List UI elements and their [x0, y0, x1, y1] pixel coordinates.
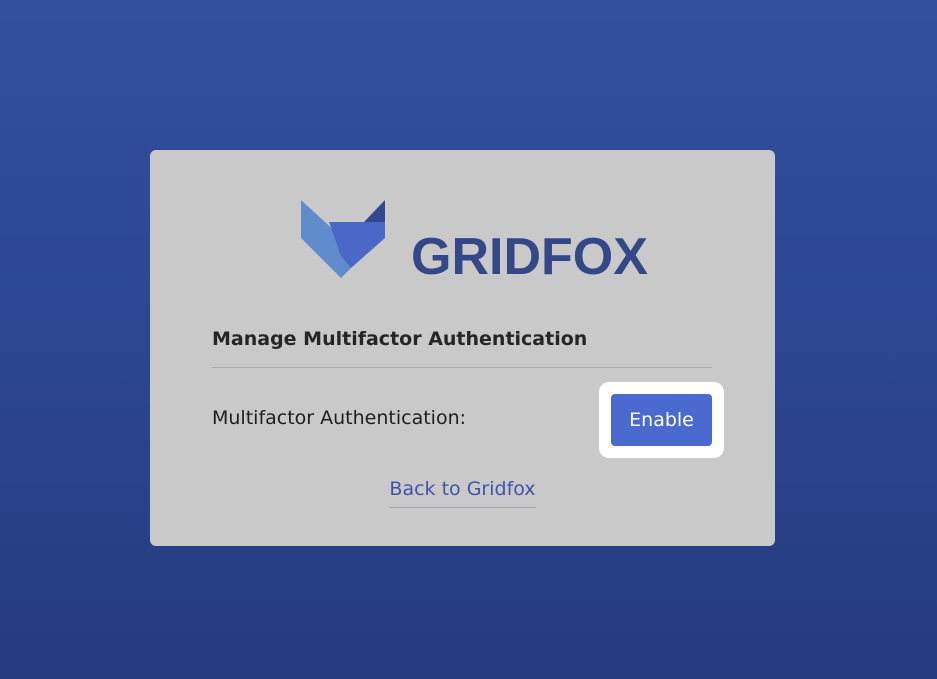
gridfox-logo: GRIDFOX: [299, 198, 648, 283]
enable-button[interactable]: Enable: [611, 394, 712, 446]
back-to-gridfox-link[interactable]: Back to Gridfox: [389, 478, 536, 508]
divider: [212, 367, 712, 368]
mfa-card: GRIDFOX Manage Multifactor Authenticatio…: [150, 150, 775, 546]
mfa-label: Multifactor Authentication:: [212, 407, 467, 429]
section-title: Manage Multifactor Authentication: [212, 328, 588, 350]
brand-name: GRIDFOX: [411, 227, 648, 286]
enable-button-highlight: Enable: [599, 382, 724, 458]
fox-icon: [301, 200, 385, 278]
back-link-container: Back to Gridfox: [150, 478, 775, 508]
